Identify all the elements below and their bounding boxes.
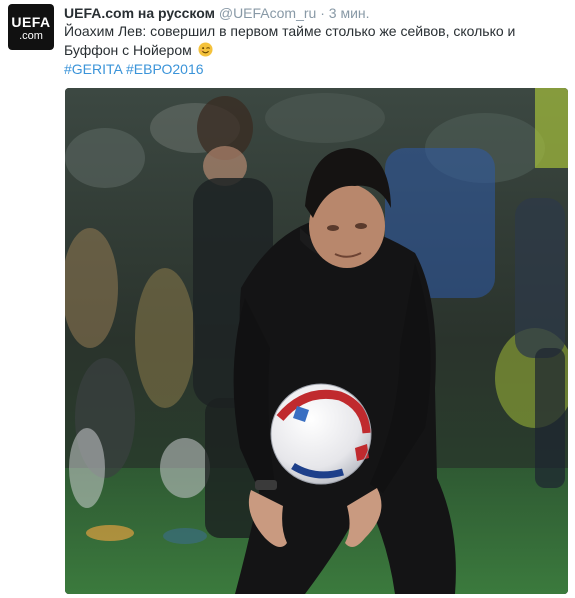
username[interactable]: @UEFAcom_ru [219,5,316,21]
tweet-text: Йоахим Лев: совершил в первом тайме стол… [64,22,564,60]
hashtag-gerita[interactable]: #GERITA [64,61,122,77]
avatar-logo-text: UEFA [11,14,51,30]
tweet-header: UEFA.com на русском @UEFAcom_ru · 3 мин. [64,4,370,22]
photo-illustration [65,88,568,594]
hashtag-euro2016[interactable]: #ЕВРО2016 [126,61,204,77]
display-name[interactable]: UEFA.com на русском [64,5,215,21]
hashtag-list: #GERITA #ЕВРО2016 [64,60,204,78]
tweet-body: Йоахим Лев: совершил в первом тайме стол… [64,23,516,58]
separator-dot: · [320,5,325,21]
tweet-photo[interactable] [65,88,568,594]
winking-face-icon [198,42,213,57]
tweet: UEFA .com UEFA.com на русском @UEFAcom_r… [0,0,575,598]
avatar[interactable]: UEFA .com [8,4,54,50]
timestamp[interactable]: 3 мин. [329,5,370,21]
avatar-logo-suffix: .com [19,30,43,42]
